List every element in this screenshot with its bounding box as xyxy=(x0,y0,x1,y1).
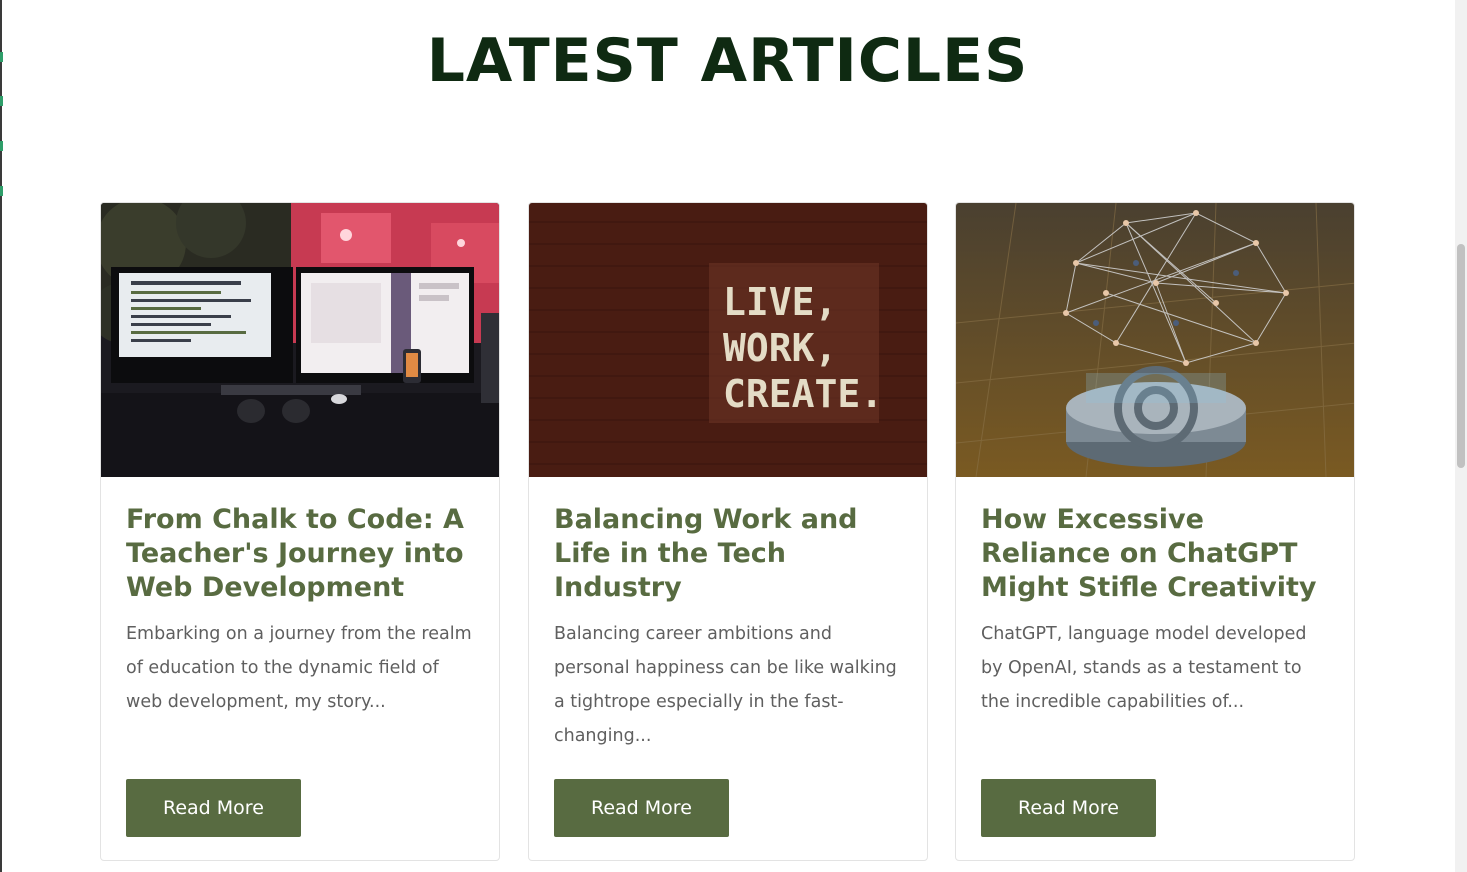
section-title: LATEST ARTICLES xyxy=(426,26,1029,96)
article-excerpt: Embarking on a journey from the realm of… xyxy=(126,624,472,712)
article-card: LIVE, WORK, CREATE. Balancing Work and L… xyxy=(528,202,928,861)
article-image-ai-network[interactable] xyxy=(956,203,1354,477)
wall-text-line: CREATE. xyxy=(723,372,883,416)
vertical-scrollbar[interactable] xyxy=(1455,0,1467,872)
left-window-edge xyxy=(0,0,2,872)
monitors-desk-illustration xyxy=(101,203,499,477)
wall-text-line: LIVE, xyxy=(723,280,837,324)
scrollbar-thumb[interactable] xyxy=(1457,244,1465,468)
wall-text-line: WORK, xyxy=(723,326,837,370)
article-title[interactable]: Balancing Work and Life in the Tech Indu… xyxy=(554,503,914,605)
left-edge-marker xyxy=(0,186,3,196)
brick-wall-illustration: LIVE, WORK, CREATE. xyxy=(529,203,927,477)
article-card: How Excessive Reliance on ChatGPT Might … xyxy=(955,202,1355,861)
read-more-button[interactable]: Read More xyxy=(554,779,729,837)
left-edge-marker xyxy=(0,96,3,106)
article-image-live-work-create[interactable]: LIVE, WORK, CREATE. xyxy=(529,203,927,477)
left-edge-marker xyxy=(0,141,3,151)
page: LATEST ARTICLES From Chalk to Code: A Te… xyxy=(0,0,1467,872)
article-title[interactable]: From Chalk to Code: A Teacher's Journey … xyxy=(126,503,486,605)
read-more-button[interactable]: Read More xyxy=(126,779,301,837)
read-more-button[interactable]: Read More xyxy=(981,779,1156,837)
article-title[interactable]: How Excessive Reliance on ChatGPT Might … xyxy=(981,503,1341,605)
ai-network-illustration xyxy=(956,203,1354,477)
article-card: From Chalk to Code: A Teacher's Journey … xyxy=(100,202,500,861)
article-excerpt: Balancing career ambitions and personal … xyxy=(554,624,897,746)
article-image-monitors[interactable] xyxy=(101,203,499,477)
article-excerpt: ChatGPT, language model developed by Ope… xyxy=(981,624,1307,712)
